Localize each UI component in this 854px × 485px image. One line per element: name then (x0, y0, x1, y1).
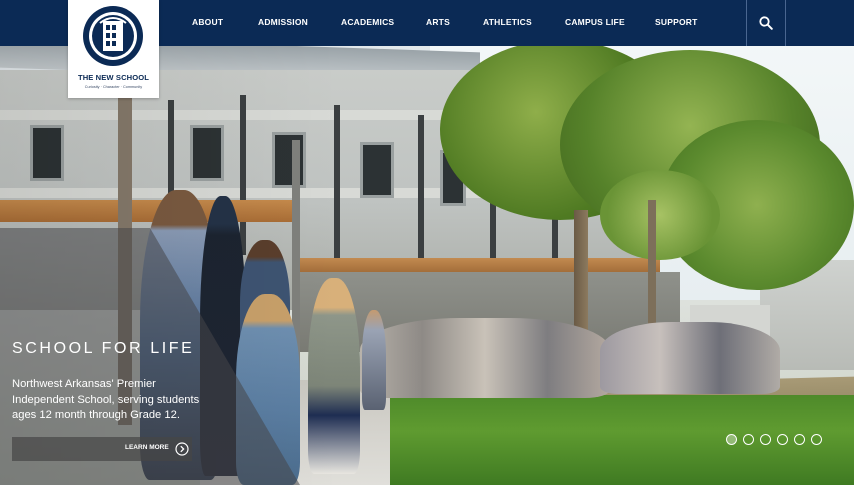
nav-item-athletics[interactable]: ATHLETICS (483, 0, 532, 46)
school-logo[interactable]: THE NEW SCHOOL Curiosity · Character · C… (68, 0, 159, 98)
nav-item-admission[interactable]: ADMISSION (258, 0, 308, 46)
nav-item-campus-life[interactable]: CAMPUS LIFE (565, 0, 625, 46)
slide-dot-2[interactable] (743, 434, 754, 445)
slide-dot-1[interactable] (726, 434, 737, 445)
hero-description: Northwest Arkansas' Premier Independent … (12, 378, 200, 421)
slide-dot-4[interactable] (777, 434, 788, 445)
school-tagline: Curiosity · Character · Community (84, 85, 143, 89)
slide-dot-3[interactable] (760, 434, 771, 445)
nav-item-support[interactable]: SUPPORT (655, 0, 698, 46)
learn-more-button[interactable]: LEARN MORE (12, 437, 192, 461)
hero-title: SCHOOL FOR LIFE (12, 340, 195, 357)
nav-item-academics[interactable]: ACADEMICS (341, 0, 394, 46)
school-name: THE NEW SCHOOL (77, 73, 149, 82)
search-button[interactable] (746, 0, 786, 46)
learn-more-label: LEARN MORE (125, 444, 169, 451)
slide-dot-6[interactable] (811, 434, 822, 445)
nav-item-about[interactable]: ABOUT (192, 0, 223, 46)
search-icon (759, 16, 773, 30)
chevron-right-circle-icon (175, 442, 189, 456)
slider-pagination (726, 434, 822, 445)
school-crest-icon (83, 6, 143, 66)
nav-item-arts[interactable]: ARTS (426, 0, 450, 46)
slide-dot-5[interactable] (794, 434, 805, 445)
